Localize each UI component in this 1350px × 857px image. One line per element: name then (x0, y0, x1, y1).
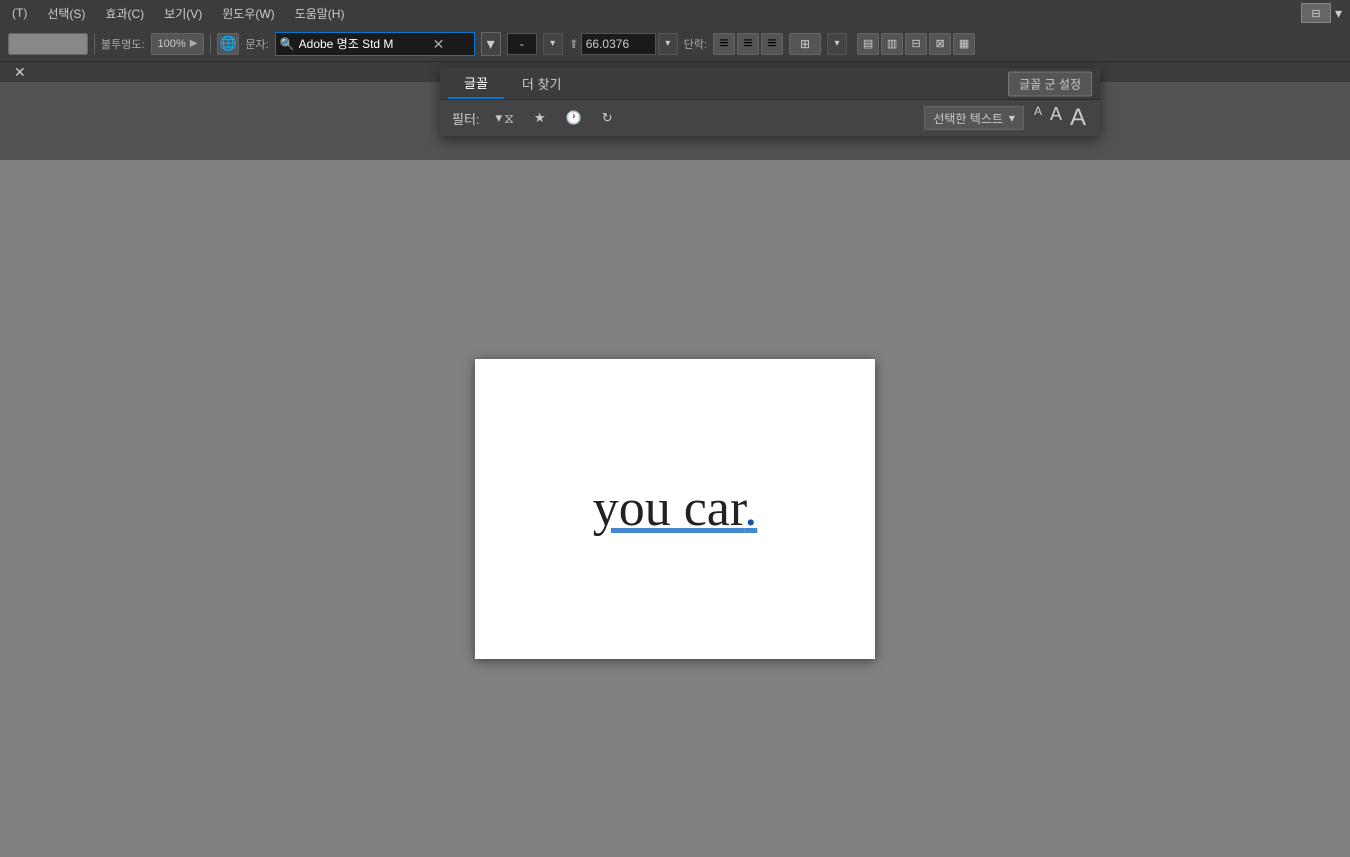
font-panel: 글꼴 더 찾기 글꼴 군 설정 필터: ▾ ⧖ ★ 🕐 ↻ 선택한 텍스트 ▾ … (440, 68, 1100, 136)
icon-btn-2[interactable]: ▥ (881, 33, 903, 55)
arrange-icon[interactable]: ▾ (1335, 5, 1342, 22)
font-dropdown-arrow[interactable]: ▾ (481, 32, 501, 56)
filter-recent-btn[interactable]: 🕐 (562, 108, 586, 128)
font-style-input[interactable]: - (507, 33, 537, 55)
filter-row: 필터: ▾ ⧖ ★ 🕐 ↻ 선택한 텍스트 ▾ A A A (440, 100, 1100, 136)
menu-bar: (T) 선택(S) 효과(C) 보기(V) 윈도우(W) 도움말(H) ⊟ ▾ (0, 0, 1350, 26)
filter-cloud-btn[interactable]: ↻ (598, 108, 617, 128)
font-size-group: ⬆ 66.0376 ▾ (569, 33, 678, 55)
paragraph-label: 단락: (684, 36, 707, 52)
menu-item-select[interactable]: 선택(S) (43, 3, 89, 24)
font-size-dropdown[interactable]: ▾ (658, 33, 678, 55)
filter-star-btn[interactable]: ★ (530, 108, 550, 128)
clock-icon: 🕐 (566, 110, 582, 126)
search-clear-btn[interactable]: ✕ (433, 37, 445, 51)
char-label: 문자: (245, 36, 268, 52)
align-left-btn[interactable]: ≡ (713, 33, 735, 55)
font-size-input[interactable]: 66.0376 (581, 33, 656, 55)
tabs-row: 글꼴 더 찾기 글꼴 군 설정 (440, 68, 1100, 100)
main-canvas: you car. (0, 160, 1350, 857)
filter-dropdown-btn[interactable]: ▾ ⧖ (492, 108, 518, 129)
menu-item-help[interactable]: 도움말(H) (291, 3, 349, 24)
align-right-btn[interactable]: ≡ (761, 33, 783, 55)
close-x-btn[interactable]: ✕ (8, 62, 32, 83)
menu-item-window[interactable]: 윈도우(W) (218, 3, 278, 24)
selected-text-label: 선택한 텍스트 (933, 110, 1003, 127)
filter-right: 선택한 텍스트 ▾ A A A (924, 102, 1088, 134)
filter-funnel-shape: ⧖ (504, 110, 514, 127)
icon-btn-3[interactable]: ⊟ (905, 33, 927, 55)
canvas-text: you car. (593, 479, 758, 538)
opacity-box[interactable]: 100% ▶ (151, 33, 205, 55)
font-search-input[interactable] (299, 37, 429, 51)
separator-2 (210, 34, 211, 54)
tab-find-more[interactable]: 더 찾기 (506, 68, 578, 99)
opacity-label: 불투명도: (101, 36, 145, 52)
align-buttons: ≡ ≡ ≡ (713, 33, 783, 55)
icon-btn-5[interactable]: ▦ (953, 33, 975, 55)
filter-funnel-icon: ▾ (496, 110, 503, 126)
filter-label: 필터: (452, 109, 480, 128)
icon-btn-4[interactable]: ⊠ (929, 33, 951, 55)
menu-item-effect[interactable]: 효과(C) (101, 3, 148, 24)
star-icon: ★ (534, 110, 546, 126)
icon-btn-1[interactable]: ▤ (857, 33, 879, 55)
menu-item-view[interactable]: 보기(V) (160, 3, 206, 24)
grid-dropdown[interactable]: ▾ (827, 33, 847, 55)
tab-font[interactable]: 글꼴 (448, 68, 504, 99)
selected-text-chevron: ▾ (1009, 111, 1015, 125)
size-medium-btn[interactable]: A (1048, 102, 1064, 134)
separator-1 (94, 34, 95, 54)
font-search-toolbar[interactable]: 🔍 ✕ (275, 32, 475, 56)
size-small-btn[interactable]: A (1032, 102, 1044, 134)
font-style-dropdown[interactable]: ▾ (543, 33, 563, 55)
grid-icon-btn[interactable]: ⊞ (789, 33, 821, 55)
globe-icon[interactable]: 🌐 (217, 33, 239, 55)
selected-text-dropdown[interactable]: 선택한 텍스트 ▾ (924, 106, 1024, 130)
align-center-btn[interactable]: ≡ (737, 33, 759, 55)
opacity-value: 100% (158, 38, 186, 50)
cloud-icon: ↻ (602, 110, 613, 126)
extra-toolbar-icons: ▤ ▥ ⊟ ⊠ ▦ (857, 33, 975, 55)
layout-btn[interactable]: ⊟ (1301, 3, 1331, 23)
size-large-btn[interactable]: A (1068, 102, 1088, 134)
toolbar-1: 불투명도: 100% ▶ 🌐 문자: 🔍 ✕ ▾ - ▾ ⬆ 66.0376 ▾… (0, 26, 1350, 62)
size-preview-btns: A A A (1032, 102, 1088, 134)
menu-item-t[interactable]: (T) (8, 4, 31, 22)
color-swatch[interactable] (8, 33, 88, 55)
font-group-settings-btn[interactable]: 글꼴 군 설정 (1008, 71, 1092, 96)
canvas-page: you car. (475, 359, 875, 659)
